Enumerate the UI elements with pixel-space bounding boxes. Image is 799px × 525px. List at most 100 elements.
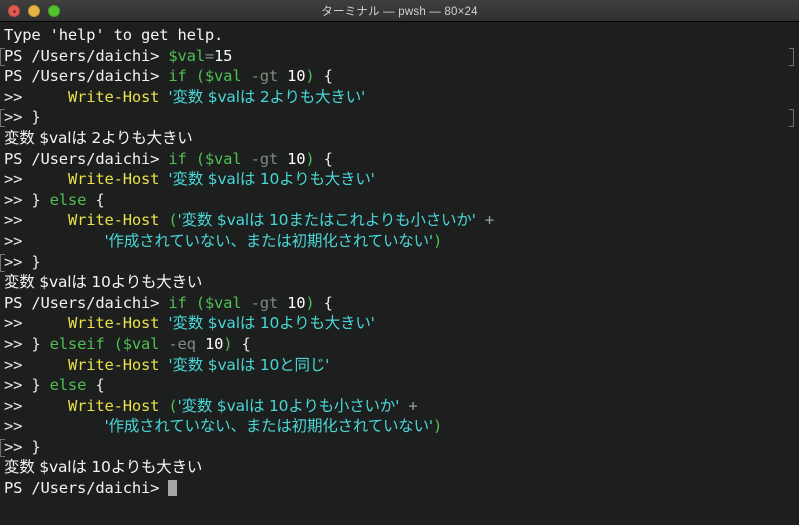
terminal-token: ) [305,149,315,168]
terminal-token: } [31,376,50,395]
terminal-token: { [314,293,333,312]
terminal-line: >> Write-Host '変数 $valは 2よりも大きい' [0,87,799,108]
terminal-line: 変数 $valは 10よりも大きい [0,272,799,293]
terminal-line: >> } else { [0,375,799,396]
terminal-screen[interactable]: Type 'help' to get help. PS /Users/daichi… [0,22,799,525]
terminal-token: 変数 $valは 10よりも大きい [4,273,203,292]
terminal-token: >> [4,108,32,127]
terminal-token: 10 [287,67,306,86]
terminal-token: Write-Host [67,314,160,333]
terminal-token: } [31,334,50,353]
terminal-token: >> [4,437,32,456]
terminal-token: ) [432,231,443,250]
terminal-token: } [31,190,50,209]
terminal-token: ) [305,293,315,312]
terminal-token: -gt [250,67,279,86]
terminal-line: >> } [0,252,799,273]
terminal-token: if [168,67,187,86]
terminal-line: PS /Users/daichi> if ($val -gt 10) { [0,66,799,87]
terminal-token: '変数 $valは 10またはこれよりも小さいか' [177,211,476,230]
terminal-token: ( [168,396,178,415]
terminal-token: '作成されていない、または初期化されていない' [104,231,433,250]
terminal-token: ( [113,334,123,353]
terminal-token: else [49,190,87,209]
terminal-token: -eq [168,334,196,353]
terminal-token: + [484,211,494,230]
terminal-token: PS /Users/daichi> [4,46,169,65]
terminal-line: PS /Users/daichi> [0,478,799,499]
terminal-line: Type 'help' to get help. [0,25,799,46]
terminal-token: >> [4,170,68,189]
terminal-token: $val [204,67,242,86]
terminal-line: >> Write-Host ('変数 $valは 10またはこれよりも小さいか'… [0,210,799,231]
terminal-token: 10 [204,334,224,353]
terminal-token: '変数 $valは 2よりも大きい' [168,87,366,106]
terminal-token: 10 [287,293,306,312]
terminal-token: 変数 $valは 10よりも大きい [4,458,203,477]
close-button[interactable] [8,5,20,17]
terminal-line: 変数 $valは 10よりも大きい [0,457,799,478]
terminal-token: >> [4,314,68,333]
terminal-window: ターミナル — pwsh — 80×24 Type 'help' to get … [0,0,799,525]
terminal-token: >> [4,231,105,250]
window-controls [8,0,60,22]
terminal-token: $val [204,149,242,168]
terminal-token: ( [195,293,205,312]
terminal-token: >> [4,211,68,230]
terminal-token: ( [195,149,205,168]
terminal-token: >> [4,87,68,106]
terminal-line: >> } [0,107,799,128]
terminal-token: elseif [49,334,105,353]
terminal-token: { [86,190,105,209]
terminal-line: >> Write-Host ('変数 $valは 10よりも小さいか' + [0,396,799,417]
terminal-token: PS /Users/daichi> [4,67,169,86]
terminal-token: ) [432,417,443,436]
terminal-token: Write-Host [67,396,160,415]
terminal-token: PS /Users/daichi> [4,479,169,498]
terminal-token: PS /Users/daichi> [4,149,169,168]
terminal-line: PS /Users/daichi> if ($val -gt 10) { [0,149,799,170]
terminal-token: else [49,376,87,395]
terminal-token: ) [223,334,233,353]
terminal-token: 15 [214,46,233,65]
terminal-token: Write-Host [67,211,160,230]
minimize-button[interactable] [28,5,40,17]
terminal-token: if [168,149,187,168]
terminal-line: >> Write-Host '変数 $valは 10よりも大きい' [0,169,799,190]
terminal-token: '変数 $valは 10と同じ' [168,355,330,374]
terminal-line: >> '作成されていない、または初期化されていない') [0,231,799,252]
terminal-token: >> [4,376,32,395]
terminal-token: } [31,437,41,456]
terminal-token: 変数 $valは 2よりも大きい [4,128,193,147]
maximize-button[interactable] [48,5,60,17]
terminal-token: { [86,376,105,395]
terminal-token: -gt [250,149,279,168]
text-cursor [168,480,178,497]
terminal-token: 10 [287,149,306,168]
terminal-token: '変数 $valは 10よりも小さいか' [177,396,400,415]
terminal-token: ) [305,67,315,86]
terminal-token: { [314,149,333,168]
terminal-token: + [408,396,418,415]
terminal-token: >> [4,190,32,209]
terminal-token: } [31,108,41,127]
terminal-token: Type 'help' to get help. [4,26,224,44]
terminal-token: >> [4,334,32,353]
title-bar[interactable]: ターミナル — pwsh — 80×24 [0,0,799,22]
terminal-token: '作成されていない、または初期化されていない' [104,417,433,436]
terminal-line: >> } elseif ($val -eq 10) { [0,334,799,355]
terminal-line: >> } [0,437,799,458]
terminal-token: ( [168,211,178,230]
terminal-token: >> [4,355,68,374]
